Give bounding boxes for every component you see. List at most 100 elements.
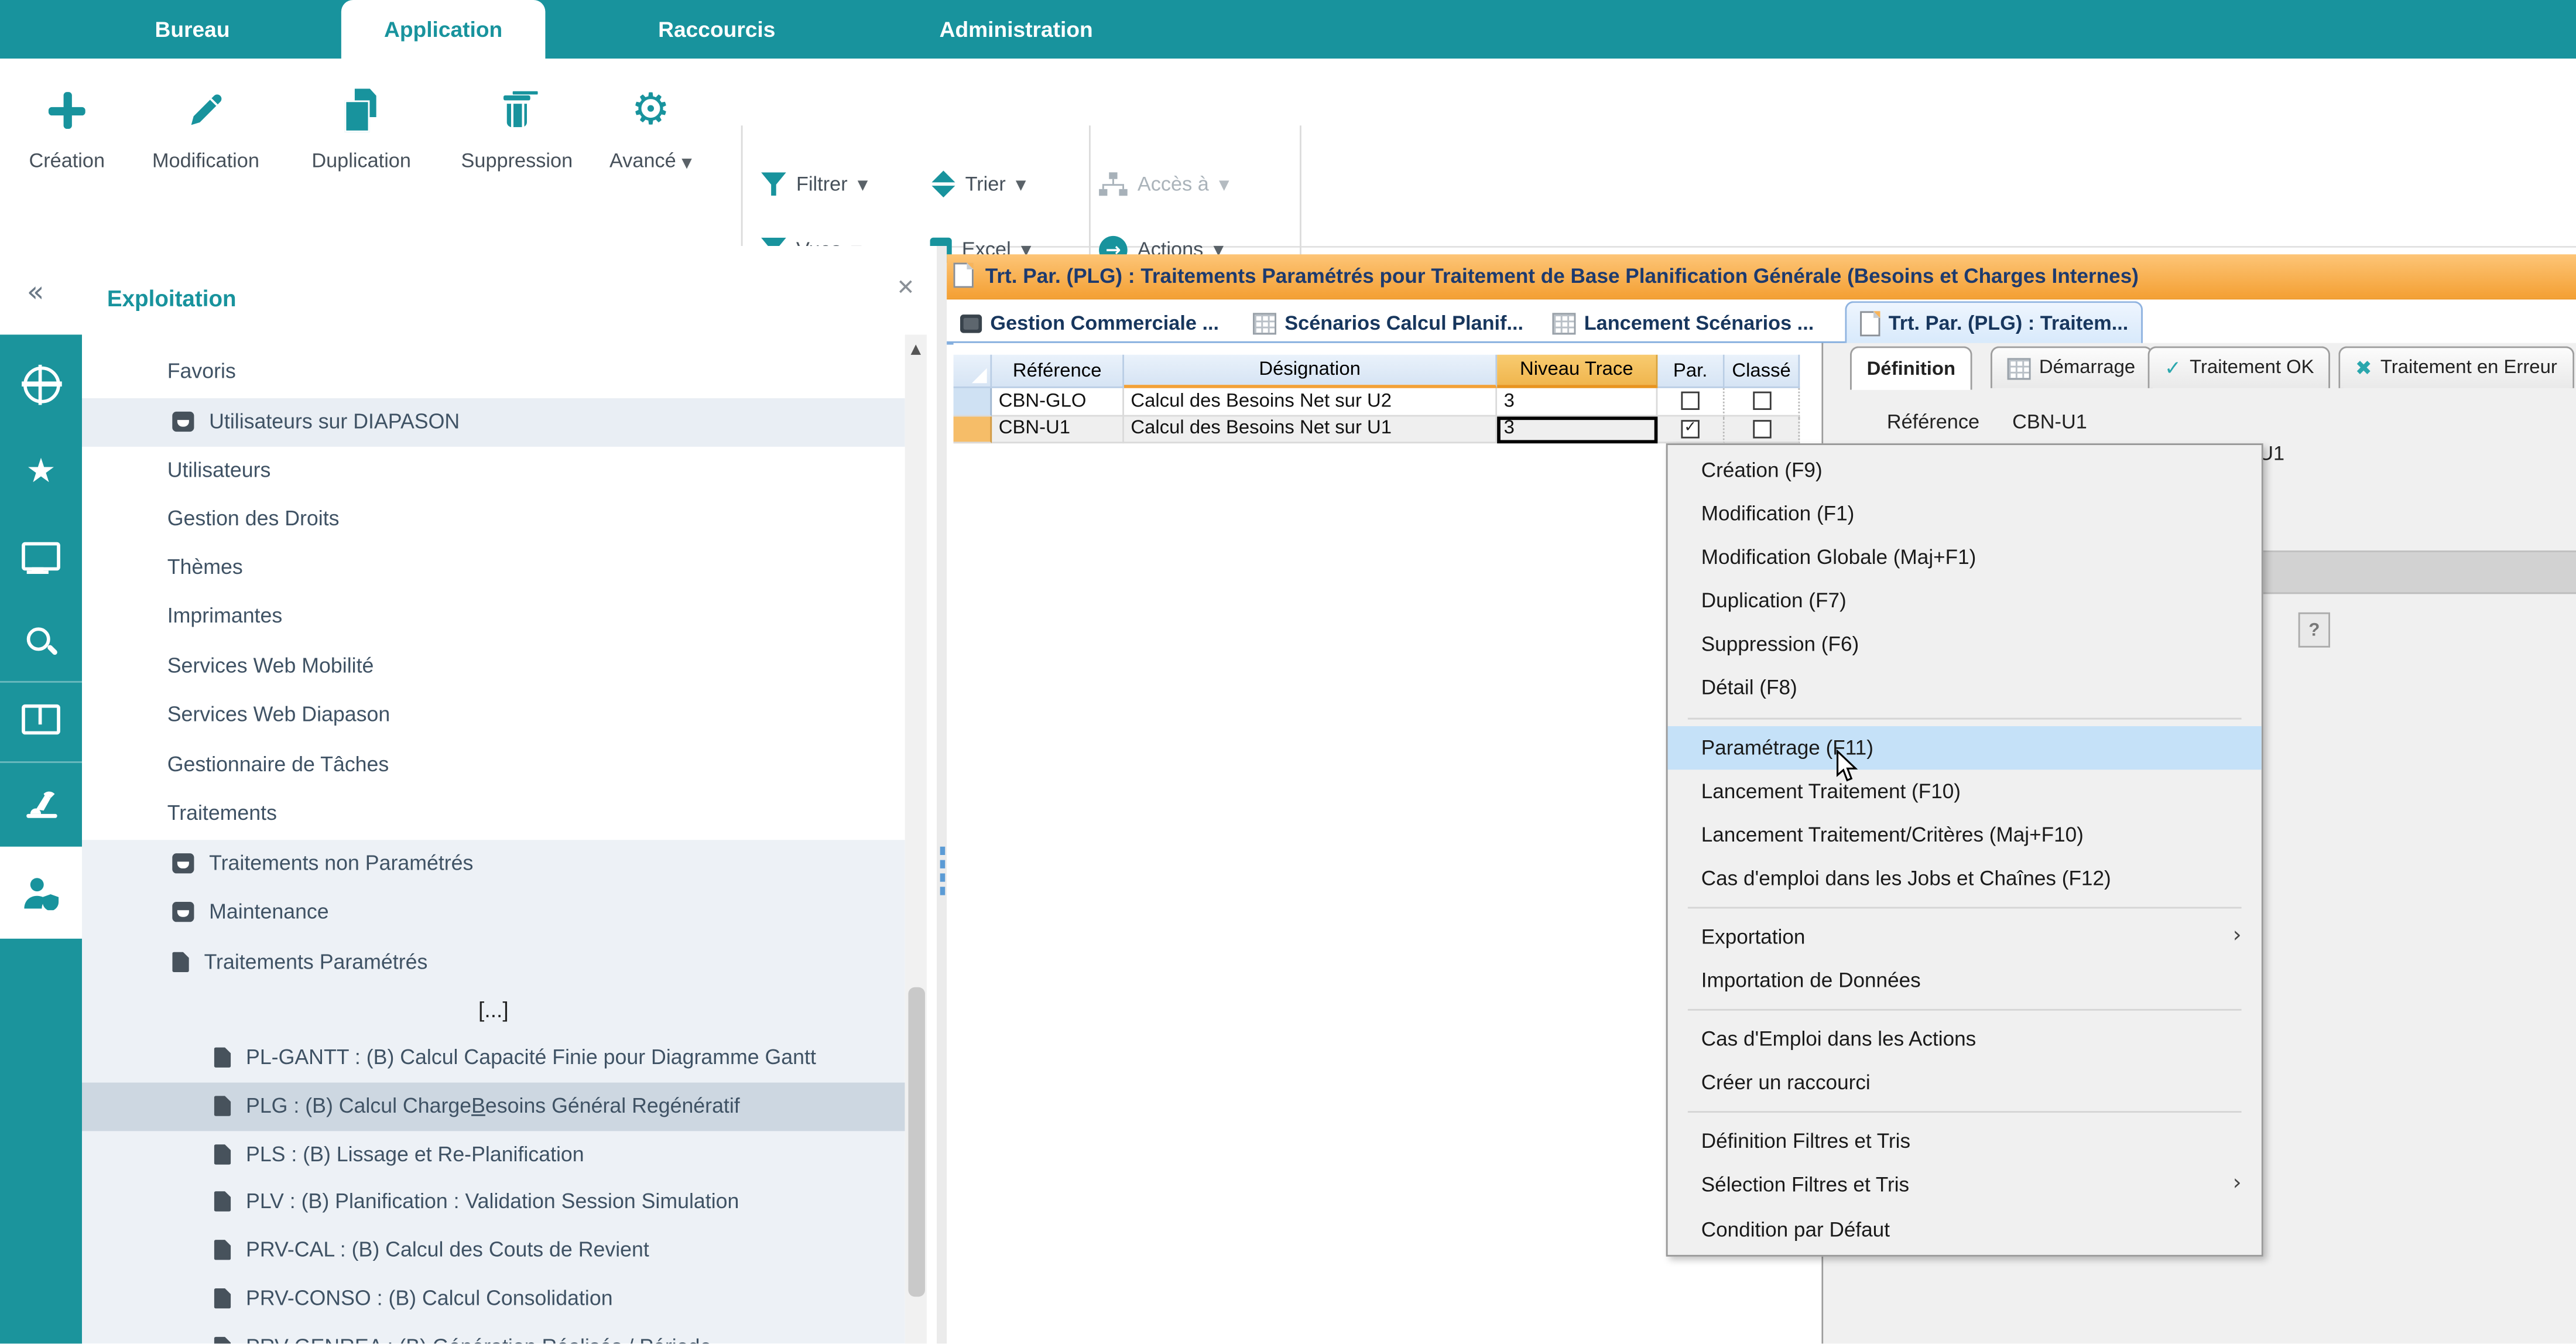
tab-application[interactable]: Application: [341, 0, 546, 59]
table-row-current[interactable]: CBN-U1 Calcul des Besoins Net sur U1 3 ✓: [954, 416, 1800, 443]
panel-tab-traitement-erreur[interactable]: ✖ Traitement en Erreur: [2338, 346, 2574, 388]
sidebar-item-gestionnaire-taches[interactable]: Gestionnaire de Tâches: [82, 740, 905, 789]
sidebar-item-plv[interactable]: PLV : (B) Planification : Validation Ses…: [82, 1177, 905, 1226]
sidebar-item-gestion-droits[interactable]: Gestion des Droits: [82, 494, 905, 543]
checkbox-par[interactable]: [1681, 392, 1699, 410]
sidebar-item-favoris[interactable]: Favoris: [82, 347, 905, 396]
sidebar-item-traitements-parametres[interactable]: Traitements Paramétrés: [82, 938, 905, 986]
file-icon: [214, 1336, 231, 1344]
chevron-down-icon: ▼: [1219, 176, 1229, 191]
menu-item-parametrage[interactable]: Paramétrage (F11): [1668, 726, 2262, 770]
sidebar-item-imprimantes[interactable]: Imprimantes: [82, 591, 905, 640]
menu-item-definition-filtres[interactable]: Définition Filtres et Tris: [1668, 1120, 2262, 1164]
sidebar-item-traitements-non-parametres[interactable]: Traitements non Paramétrés: [82, 839, 905, 888]
duplication-label: Duplication: [294, 149, 429, 172]
file-icon: [214, 1047, 231, 1068]
menu-item-lancement-traitement-criteres[interactable]: Lancement Traitement/Critères (Maj+F10): [1668, 813, 2262, 857]
menu-item-detail[interactable]: Détail (F8): [1668, 666, 2262, 710]
column-header-classe[interactable]: Classé: [1725, 355, 1800, 388]
sidebar-item-prv-cal[interactable]: PRV-CAL : (B) Calcul des Couts de Revien…: [82, 1226, 905, 1274]
field-label-reference: Référence: [1887, 410, 1979, 433]
columns-icon[interactable]: [0, 683, 82, 757]
scrollbar-thumb[interactable]: [907, 987, 924, 1297]
sidebar-item-utilisateurs[interactable]: Utilisateurs: [82, 446, 905, 494]
cross-icon: ✖: [2355, 357, 2372, 380]
avance-button[interactable]: ⚙ Avancé ▼: [585, 72, 716, 219]
sort-icon: [931, 170, 955, 197]
panel-tab-demarrage[interactable]: Démarrage: [1991, 346, 2152, 388]
tab-bureau[interactable]: Bureau: [100, 0, 284, 59]
sidebar-item-services-web-mobilite[interactable]: Services Web Mobilité: [82, 642, 905, 690]
menu-item-cas-emploi-jobs[interactable]: Cas d'emploi dans les Jobs et Chaînes (F…: [1668, 856, 2262, 900]
duplication-button[interactable]: Duplication: [294, 72, 429, 219]
trier-button[interactable]: Trier ▼: [931, 164, 1026, 204]
checkbox-par[interactable]: ✓: [1681, 419, 1699, 437]
row-selector[interactable]: [954, 416, 992, 443]
star-icon[interactable]: ★: [0, 433, 82, 507]
panel-splitter[interactable]: [937, 246, 947, 1344]
menu-item-creation[interactable]: Création (F9): [1668, 449, 2262, 493]
sidebar-item-services-web-diapason[interactable]: Services Web Diapason: [82, 690, 905, 739]
suppression-button[interactable]: Suppression: [450, 72, 584, 219]
doc-tab-gestion-commerciale[interactable]: Gestion Commerciale ...: [960, 303, 1219, 343]
chevron-down-icon: ▼: [858, 176, 868, 191]
column-header-designation[interactable]: Désignation: [1124, 355, 1497, 388]
row-selector[interactable]: [954, 388, 992, 416]
mouse-cursor: [1835, 750, 1858, 783]
sidebar-item-traitements[interactable]: Traitements: [82, 789, 905, 837]
menu-item-selection-filtres[interactable]: Sélection Filtres et Tris›: [1668, 1164, 2262, 1208]
focused-cell: 3: [1497, 416, 1657, 443]
collapse-chevron-icon[interactable]: «: [27, 276, 44, 309]
modification-button[interactable]: Modification: [139, 72, 273, 219]
column-header-niveau-trace[interactable]: Niveau Trace: [1497, 355, 1657, 388]
sidebar-item-pls[interactable]: PLS : (B) Lissage et Re-Planification: [82, 1130, 905, 1179]
monitor-icon[interactable]: [0, 519, 82, 593]
panel-tab-traitement-ok[interactable]: ✓ Traitement OK: [2148, 346, 2331, 388]
sidebar-item-prv-genrea[interactable]: PRV-GENREA : (B) Génération Réalisés / P…: [82, 1323, 905, 1344]
menu-item-creer-raccourci[interactable]: Créer un raccourci: [1668, 1061, 2262, 1105]
checkbox-classe[interactable]: [1752, 419, 1770, 437]
sidebar-item-utilisateurs-diapason[interactable]: Utilisateurs sur DIAPASON: [82, 398, 905, 446]
search-icon[interactable]: [0, 606, 82, 679]
select-all-cell[interactable]: [954, 355, 992, 388]
grid-header-row: Référence Désignation Niveau Trace Par. …: [954, 355, 1800, 388]
sidebar-item-themes[interactable]: Thèmes: [82, 543, 905, 591]
menu-item-importation-donnees[interactable]: Importation de Données: [1668, 959, 2262, 1003]
menu-separator: [1688, 717, 2242, 719]
tab-raccourcis[interactable]: Raccourcis: [604, 0, 830, 59]
sidebar-item-prv-conso[interactable]: PRV-CONSO : (B) Calcul Consolidation: [82, 1274, 905, 1323]
scroll-up-icon[interactable]: ▲: [905, 341, 927, 357]
checkbox-classe[interactable]: [1752, 392, 1770, 410]
menu-item-condition-defaut[interactable]: Condition par Défaut: [1668, 1207, 2262, 1251]
menu-item-exportation[interactable]: Exportation›: [1668, 915, 2262, 959]
column-header-par[interactable]: Par.: [1657, 355, 1724, 388]
menu-item-suppression[interactable]: Suppression (F6): [1668, 623, 2262, 667]
menu-item-duplication[interactable]: Duplication (F7): [1668, 579, 2262, 623]
helm-icon[interactable]: [0, 348, 82, 422]
sidebar-scrollbar[interactable]: ▲: [905, 334, 927, 1344]
column-header-reference[interactable]: Référence: [992, 355, 1124, 388]
sidebar-item-plg[interactable]: PLG : (B) Calcul ChargeBesoins Général R…: [82, 1082, 905, 1130]
user-security-icon[interactable]: [0, 847, 82, 939]
creation-button[interactable]: Création: [0, 72, 134, 219]
creation-label: Création: [0, 149, 134, 172]
close-icon[interactable]: ✕: [896, 276, 914, 301]
tab-administration[interactable]: Administration: [886, 0, 1146, 59]
doc-tab-trt-par-plg[interactable]: Trt. Par. (PLG) : Traitem...: [1845, 300, 2143, 344]
sidebar-item-maintenance[interactable]: Maintenance: [82, 888, 905, 936]
panel-tab-definition[interactable]: Définition: [1850, 346, 1972, 389]
doc-tab-lancement-scenarios[interactable]: Lancement Scénarios ...: [1552, 303, 1814, 343]
menu-item-modification-globale[interactable]: Modification Globale (Maj+F1): [1668, 536, 2262, 580]
help-button[interactable]: ?: [2298, 613, 2330, 648]
menu-item-modification[interactable]: Modification (F1): [1668, 492, 2262, 536]
table-row[interactable]: CBN-GLO Calcul des Besoins Net sur U2 3: [954, 388, 1800, 416]
sidebar-item-pl-gantt[interactable]: PL-GANTT : (B) Calcul Capacité Finie pou…: [82, 1033, 905, 1082]
menu-item-cas-emploi-actions[interactable]: Cas d'Emploi dans les Actions: [1668, 1017, 2262, 1061]
menu-item-lancement-traitement[interactable]: Lancement Traitement (F10): [1668, 769, 2262, 813]
filtrer-button[interactable]: Filtrer ▼: [761, 164, 868, 204]
page-icon: [954, 263, 974, 288]
doc-tab-scenarios-calcul[interactable]: Scénarios Calcul Planif...: [1253, 303, 1523, 343]
submenu-arrow-icon: ›: [2233, 1164, 2242, 1208]
robot-arm-icon[interactable]: [0, 767, 82, 840]
tray-icon: [172, 853, 194, 873]
